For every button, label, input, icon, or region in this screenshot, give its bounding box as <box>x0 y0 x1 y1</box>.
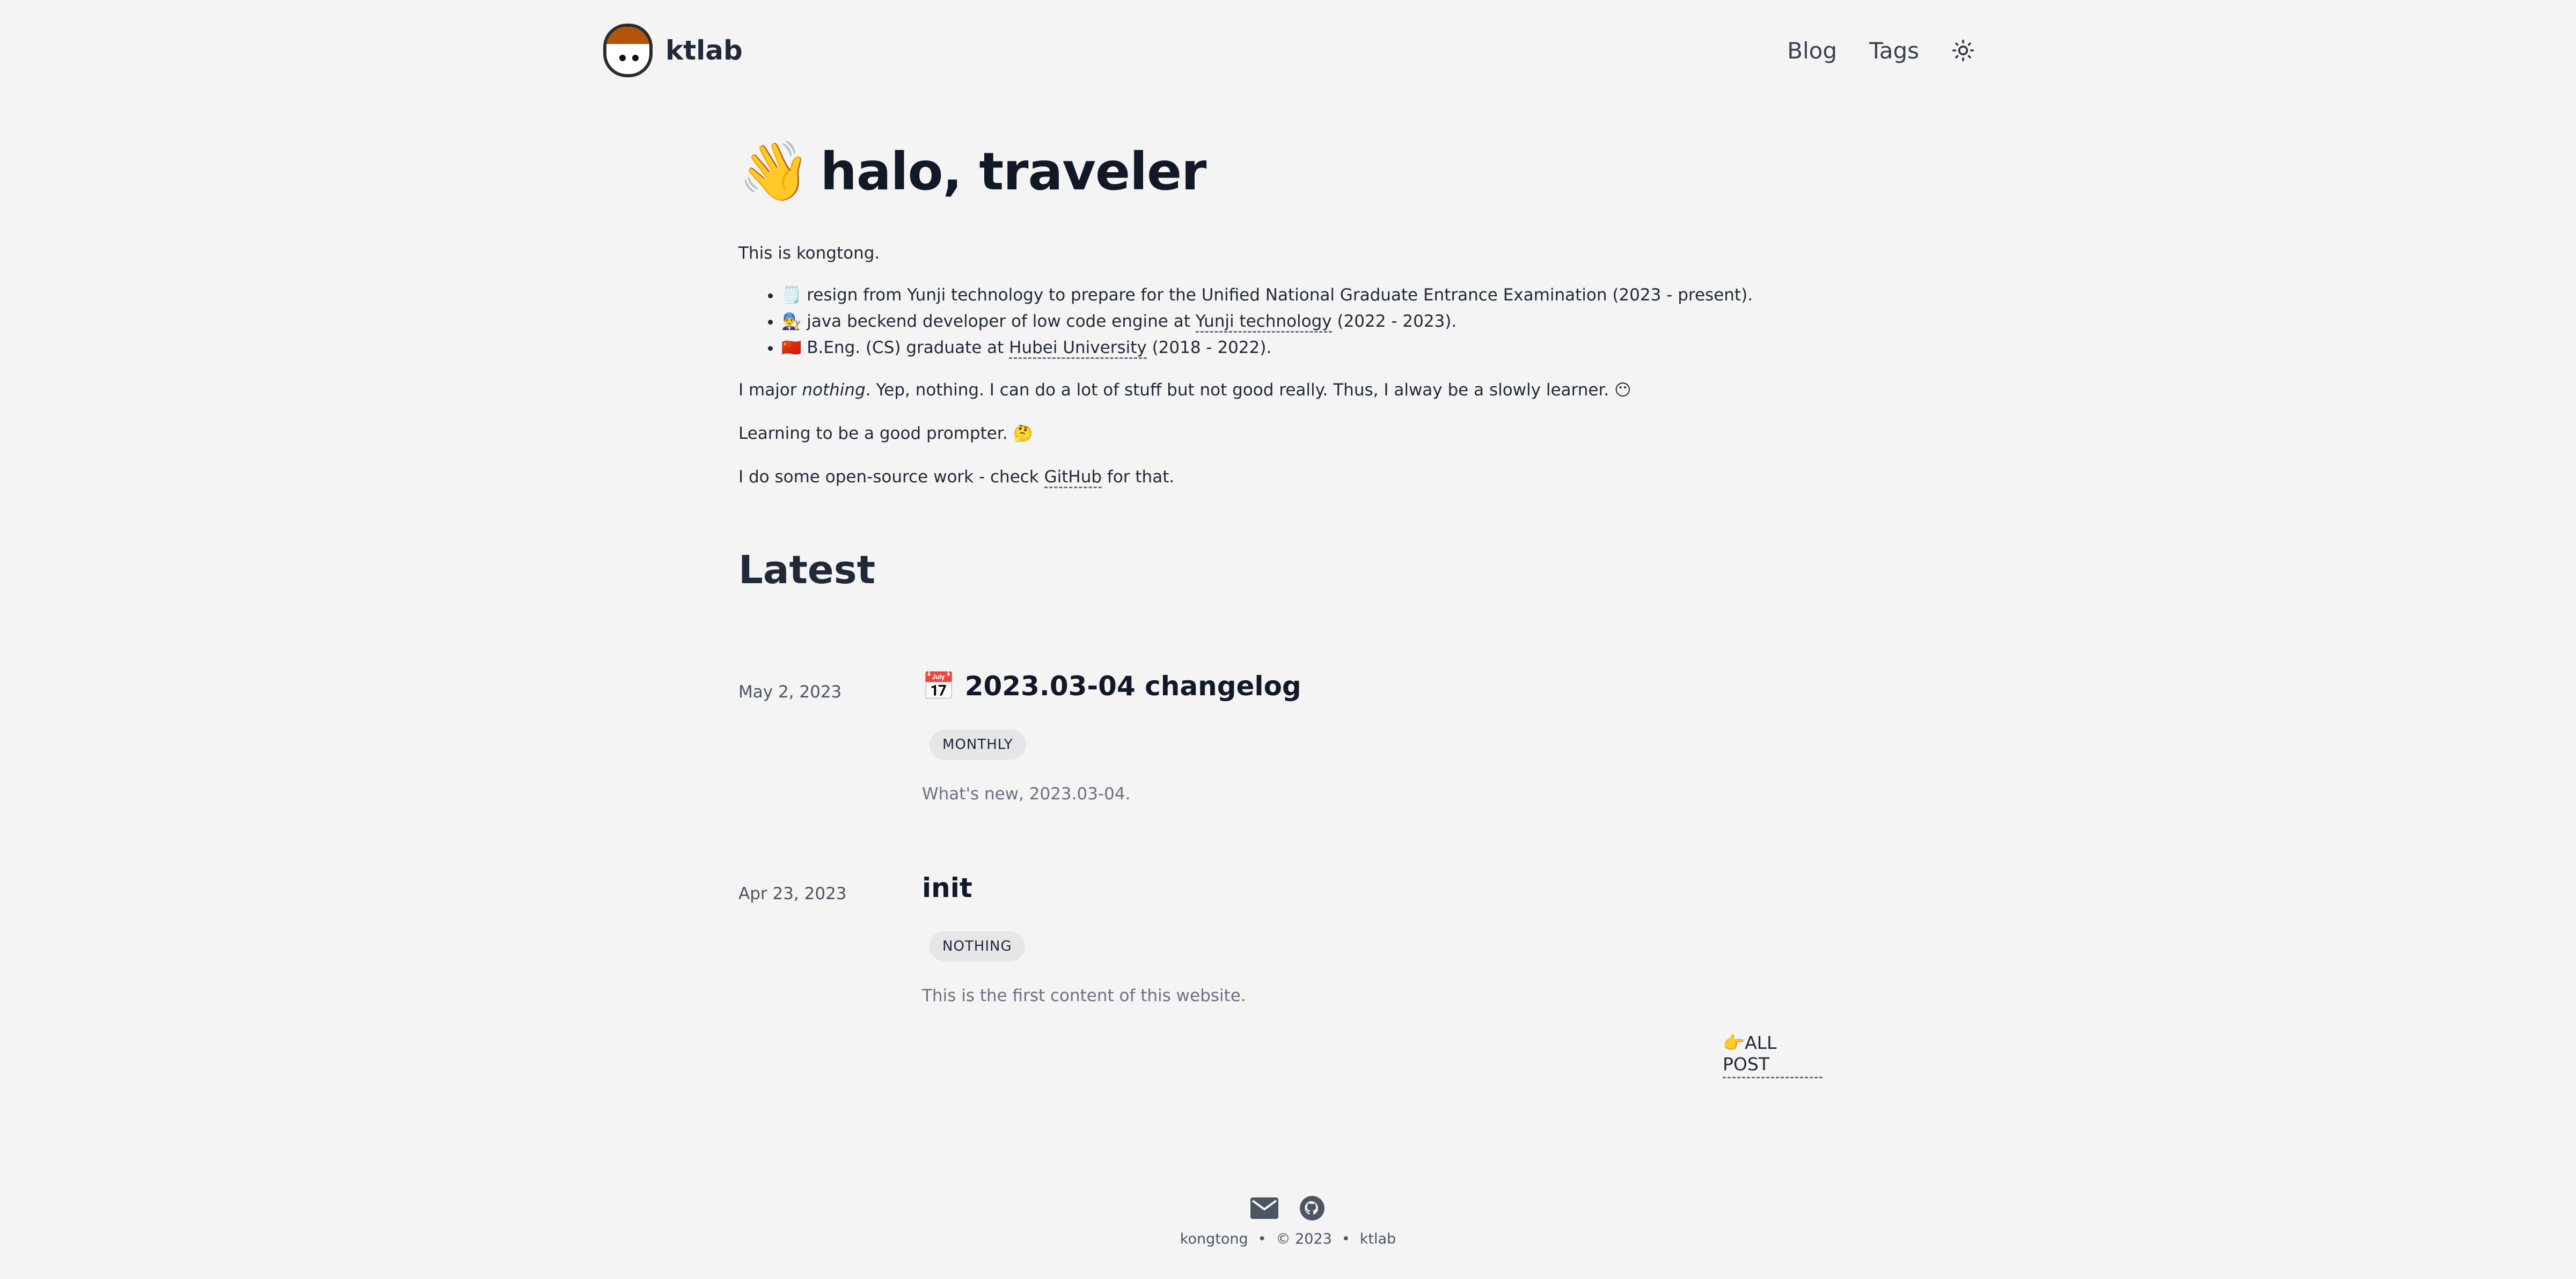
post-date: Apr 23, 2023 <box>738 884 847 903</box>
site-footer: kongtong • © 2023 • ktlab <box>0 1192 2576 1247</box>
main-nav: Blog Tags <box>1787 38 1975 64</box>
main-content: 👋 halo, traveler This is kongtong. 🗒️ re… <box>738 129 1823 1078</box>
major-emphasis: nothing <box>802 380 866 400</box>
bio-item: 👨‍🔧 java beckend developer of low code e… <box>781 308 1823 335</box>
post-tag[interactable]: NOTHING <box>930 931 1025 961</box>
no-mouth-emoji: 😶 <box>1614 381 1631 400</box>
hero-heading: 👋 halo, traveler <box>738 129 1823 215</box>
intro-line: This is kongtong. <box>738 244 880 263</box>
theme-toggle-sun-icon[interactable] <box>1951 39 1975 62</box>
oss-paragraph: I do some open-source work - check GitHu… <box>738 464 1823 490</box>
github-icon[interactable] <box>1299 1195 1326 1222</box>
bio-list: 🗒️ resign from Yunji technology to prepa… <box>738 282 1823 361</box>
hero-title: halo, traveler <box>820 142 1206 202</box>
prompter-paragraph: Learning to be a good prompter. 🤔 <box>738 424 1033 443</box>
brand-link[interactable]: ktlab <box>603 24 743 77</box>
bio-text: java beckend developer of low code engin… <box>807 312 1196 331</box>
bio-text: resign from Yunji technology to prepare … <box>807 285 1753 305</box>
footer-author: kongtong <box>1180 1231 1248 1247</box>
nav-tags-link[interactable]: Tags <box>1869 38 1919 64</box>
post-title-link[interactable]: 📅 2023.03-04 changelog <box>922 671 1301 702</box>
bio-text: (2022 - 2023). <box>1331 312 1457 331</box>
github-link[interactable]: GitHub <box>1044 467 1102 488</box>
china-flag-emoji: 🇨🇳 <box>781 339 802 357</box>
thinking-emoji: 🤔 <box>1013 424 1033 443</box>
footer-site[interactable]: ktlab <box>1360 1231 1396 1247</box>
footer-copyright: © 2023 <box>1276 1231 1332 1247</box>
brand-name: ktlab <box>665 35 743 66</box>
calendar-emoji: 📅 <box>922 671 956 702</box>
pointing-emoji: 👉 <box>1723 1032 1745 1053</box>
post-date: May 2, 2023 <box>738 682 842 702</box>
bio-item: 🇨🇳 B.Eng. (CS) graduate at Hubei Univers… <box>781 335 1823 361</box>
bio-text: (2018 - 2022). <box>1146 338 1272 357</box>
hubei-university-link[interactable]: Hubei University <box>1009 338 1147 359</box>
latest-heading: Latest <box>738 547 875 592</box>
post-tag[interactable]: MONTHLY <box>930 730 1026 760</box>
bio-text: B.Eng. (CS) graduate at <box>807 338 1009 357</box>
footer-credits: kongtong • © 2023 • ktlab <box>1180 1231 1396 1247</box>
notepad-emoji: 🗒️ <box>781 286 802 305</box>
bio-item: 🗒️ resign from Yunji technology to prepa… <box>781 282 1823 308</box>
site-header: ktlab Blog Tags <box>603 16 1975 85</box>
nav-blog-link[interactable]: Blog <box>1787 38 1837 64</box>
yunji-link[interactable]: Yunji technology <box>1195 312 1332 333</box>
mail-icon[interactable] <box>1250 1197 1278 1219</box>
mechanic-emoji: 👨‍🔧 <box>781 312 802 331</box>
social-links <box>0 1192 2576 1224</box>
post-description: What's new, 2023.03-04. <box>922 784 1131 804</box>
post-title-link[interactable]: init <box>922 872 972 903</box>
major-paragraph: I major nothing. Yep, nothing. I can do … <box>738 380 1631 400</box>
logo-avatar <box>603 24 653 77</box>
intro-section: This is kongtong. 🗒️ resign from Yunji t… <box>738 240 1823 490</box>
wave-emoji: 👋 <box>738 138 811 205</box>
all-post-link[interactable]: 👉ALL POST <box>1723 1032 1823 1078</box>
post-description: This is the first content of this websit… <box>922 986 1246 1005</box>
